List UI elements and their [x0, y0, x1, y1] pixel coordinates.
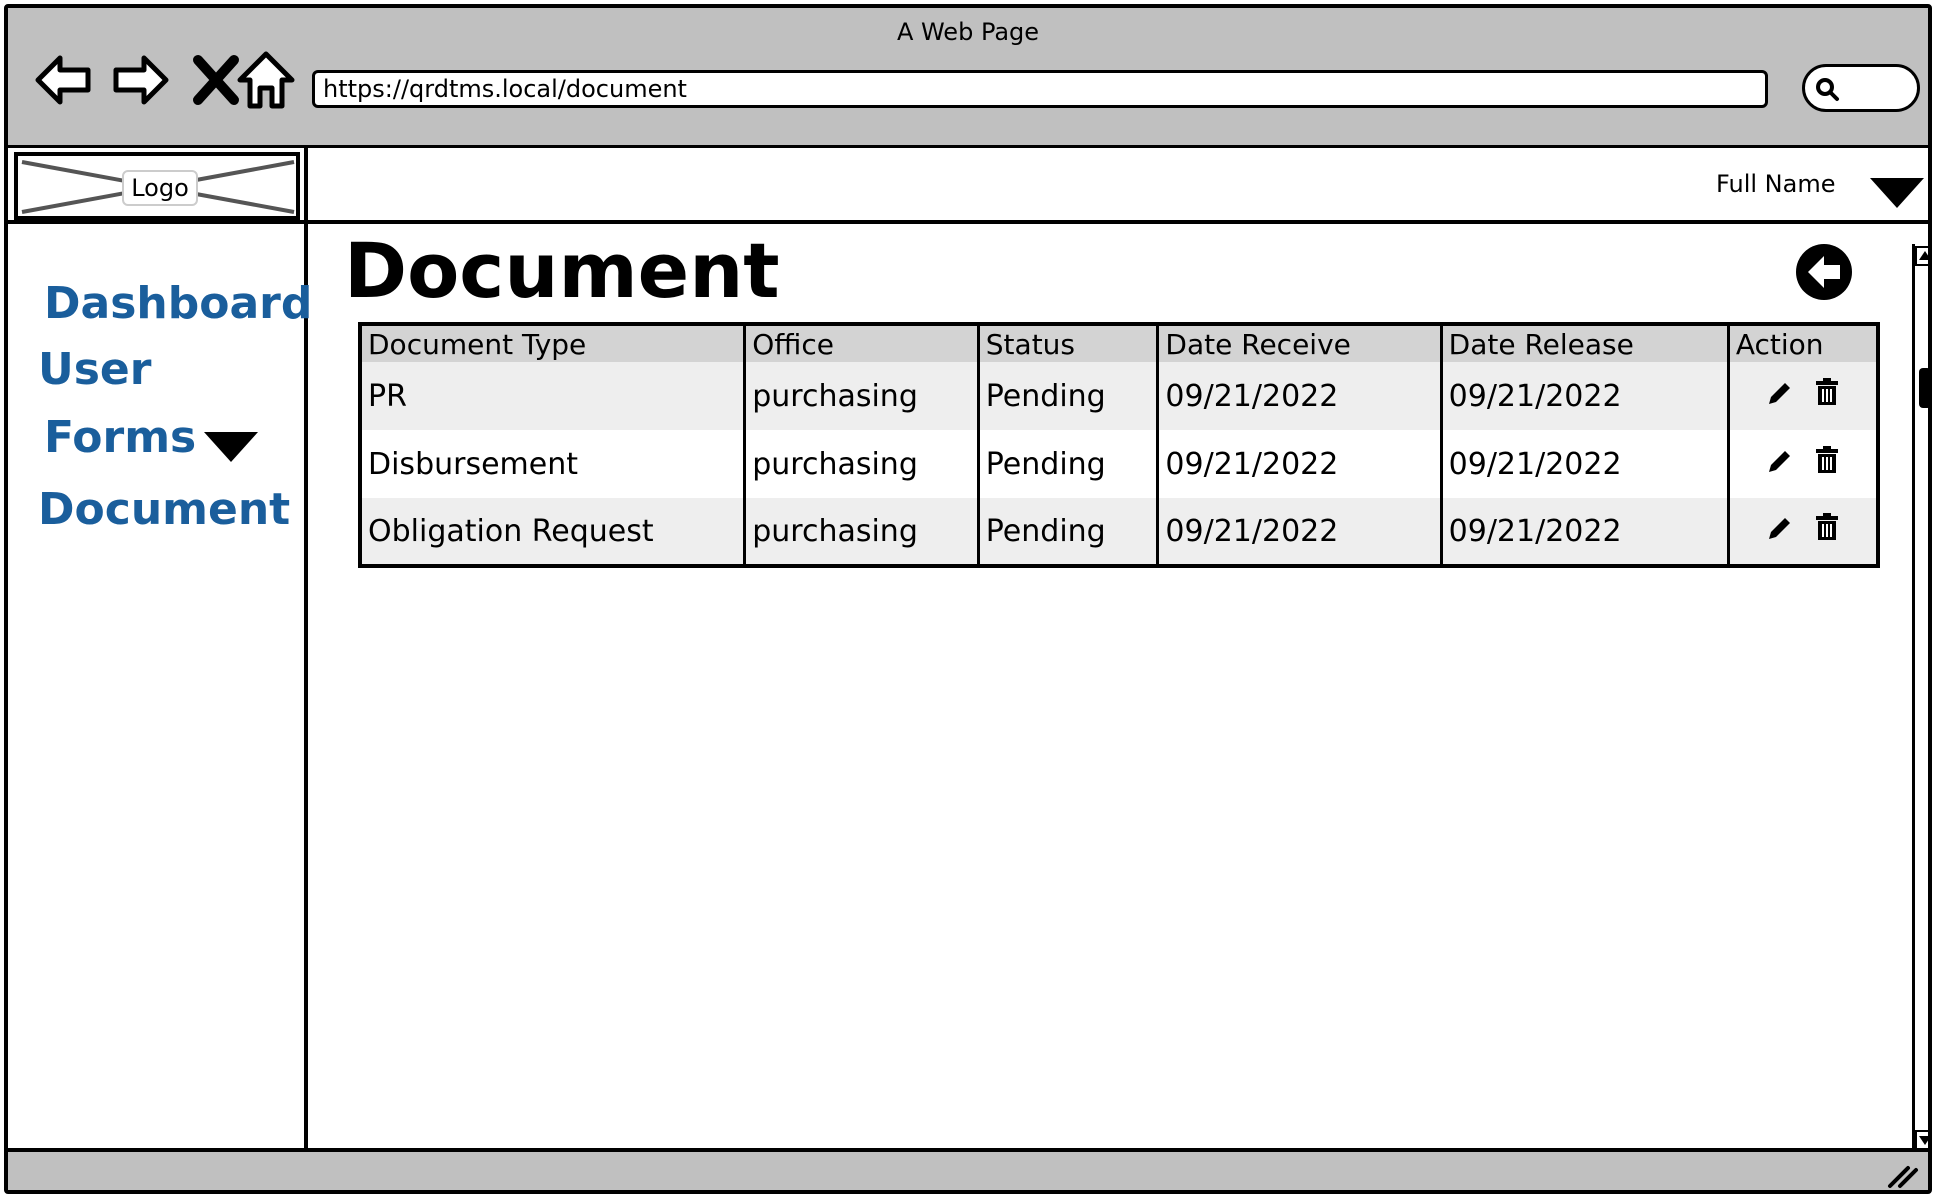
search-icon [1816, 78, 1839, 101]
browser-window: A Web Page https://qrdtms.local/document [4, 4, 1932, 1194]
document-type-cell: Disbursement [368, 446, 578, 482]
edit-pencil-icon[interactable] [1767, 514, 1793, 549]
user-menu-chevron-down-icon[interactable] [1868, 176, 1926, 210]
url-bar[interactable]: https://qrdtms.local/document [312, 70, 1768, 108]
table-row: PR purchasing Pending 09/21/2022 09/21/2… [360, 362, 1878, 430]
office-cell: purchasing [743, 498, 979, 566]
divider [8, 220, 304, 224]
document-type-cell: PR [360, 362, 745, 430]
delete-trash-icon[interactable] [1815, 378, 1839, 414]
window-title: A Web Page [896, 18, 1040, 46]
scroll-up-arrow-icon[interactable] [1915, 246, 1932, 266]
vertical-scrollbar[interactable] [1912, 244, 1932, 1152]
document-type-cell: Obligation Request [360, 498, 745, 566]
page-title: Document [344, 226, 780, 315]
office-cell: purchasing [743, 430, 979, 498]
status-bar [8, 1148, 1928, 1190]
date-receive-cell: 09/21/2022 [1156, 362, 1442, 430]
date-release-cell: 09/21/2022 [1439, 362, 1729, 430]
date-release-cell: 09/21/2022 [1439, 430, 1729, 498]
forward-arrow-icon[interactable] [108, 48, 172, 112]
column-header: Status [976, 324, 1158, 362]
date-receive-cell: 09/21/2022 [1156, 498, 1442, 566]
column-header: Document Type [360, 324, 745, 362]
back-button-icon[interactable] [1794, 242, 1854, 302]
sidebar-item-document[interactable]: Document [38, 484, 290, 535]
date-release-cell: 09/21/2022 [1439, 498, 1729, 566]
sidebar-item-user[interactable]: User [38, 344, 151, 395]
resize-grip-icon[interactable] [1886, 1160, 1920, 1190]
delete-trash-icon[interactable] [1815, 446, 1839, 482]
scroll-down-arrow-icon[interactable] [1915, 1130, 1932, 1150]
status-cell: Pending [976, 430, 1158, 498]
table-row: Obligation Request purchasing Pending 09… [360, 498, 1878, 566]
documents-table: Document Type Office Status Date Receive… [358, 322, 1880, 568]
status-cell: Pending [976, 362, 1158, 430]
sidebar-item-dashboard[interactable]: Dashboard [44, 278, 312, 329]
action-cell [1726, 362, 1878, 430]
date-receive-cell: 09/21/2022 [1156, 430, 1442, 498]
column-header: Date Receive [1156, 324, 1442, 362]
user-name[interactable]: Full Name [1716, 170, 1835, 198]
column-header: Action [1726, 324, 1878, 362]
column-header: Office [743, 324, 979, 362]
scroll-thumb[interactable] [1919, 368, 1928, 408]
action-cell [1726, 498, 1878, 566]
sidebar-item-forms[interactable]: Forms [44, 412, 196, 463]
table-header-row: Document Type Office Status Date Receive… [360, 324, 1878, 362]
back-arrow-icon[interactable] [32, 48, 96, 112]
edit-pencil-icon[interactable] [1767, 379, 1793, 414]
table-row: Disbursement purchasing Pending 09/21/20… [360, 430, 1878, 498]
browser-search-field[interactable] [1802, 64, 1920, 112]
logo-label: Logo [122, 170, 198, 206]
forms-chevron-down-icon[interactable] [202, 430, 260, 464]
top-bar: Full Name [308, 148, 1928, 224]
home-icon[interactable] [234, 48, 298, 112]
column-header: Date Release [1439, 324, 1729, 362]
status-cell: Pending [976, 498, 1158, 566]
edit-pencil-icon[interactable] [1767, 447, 1793, 482]
office-cell: purchasing [743, 362, 979, 430]
sidebar: Logo Dashboard User Forms Document [8, 148, 312, 1148]
browser-chrome: A Web Page https://qrdtms.local/document [8, 8, 1928, 148]
logo: Logo [14, 152, 300, 220]
action-cell [1726, 430, 1878, 498]
delete-trash-icon[interactable] [1815, 513, 1839, 549]
